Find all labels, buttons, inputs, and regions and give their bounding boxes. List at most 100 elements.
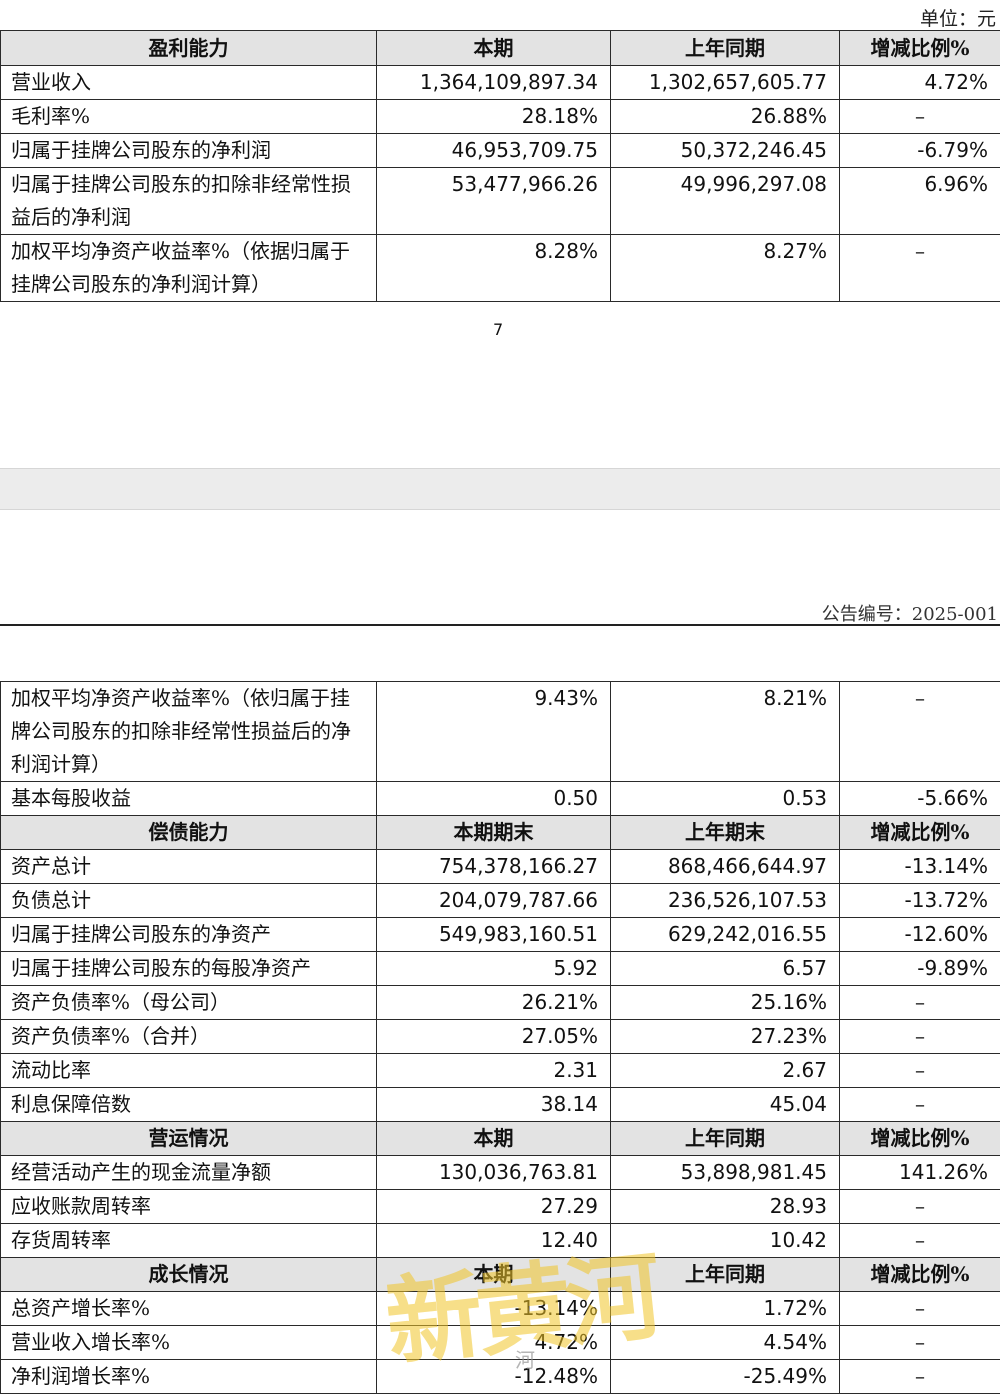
change-ratio: – [839,985,1000,1020]
header-cell: 上年期末 [610,815,840,850]
header-rule [0,624,1000,626]
change-ratio: -13.72% [839,883,1000,918]
header-cell: 偿债能力 [0,815,377,850]
page-separator [0,468,1000,510]
current-value: -12.48% [376,1359,611,1394]
operations-header-row: 营运情况 本期 上年同期 增减比例% [0,1121,1000,1156]
prior-value: 629,242,016.55 [610,917,840,952]
change-ratio: 6.96% [839,167,1000,235]
change-ratio: – [839,1087,1000,1122]
header-cell: 上年同期 [610,1257,840,1292]
change-ratio: – [839,1291,1000,1326]
header-cell: 营运情况 [0,1121,377,1156]
header-cell: 增减比例% [839,30,1000,66]
table-row: 归属于挂牌公司股东的净资产 549,983,160.51 629,242,016… [0,917,1000,952]
change-ratio: – [839,1053,1000,1088]
table-row: 资产负债率%（合并） 27.05% 27.23% – [0,1019,1000,1054]
table-row: 负债总计 204,079,787.66 236,526,107.53 -13.7… [0,883,1000,918]
current-value: 27.05% [376,1019,611,1054]
table-row: 营业收入增长率% 4.72% 4.54% – [0,1325,1000,1360]
table-row: 基本每股收益 0.50 0.53 -5.66% [0,781,1000,816]
current-value: 549,983,160.51 [376,917,611,952]
prior-value: 53,898,981.45 [610,1155,840,1190]
current-value: 9.43% [376,681,611,782]
table-row: 净利润增长率% -12.48% -25.49% – [0,1359,1000,1394]
current-value: 130,036,763.81 [376,1155,611,1190]
change-ratio: – [839,234,1000,302]
row-label: 营业收入 [0,65,377,100]
table-row: 应收账款周转率 27.29 28.93 – [0,1189,1000,1224]
row-label: 归属于挂牌公司股东的每股净资产 [0,951,377,986]
change-ratio: -9.89% [839,951,1000,986]
current-value: 38.14 [376,1087,611,1122]
table-row: 毛利率% 28.18% 26.88% – [0,99,1000,134]
row-label: 资产负债率%（合并） [0,1019,377,1054]
row-label: 归属于挂牌公司股东的扣除非经常性损益后的净利润 [0,167,377,235]
header-cell: 上年同期 [610,30,840,66]
current-value: 8.28% [376,234,611,302]
change-ratio: – [839,99,1000,134]
header-cell: 本期 [376,1121,611,1156]
table-row: 经营活动产生的现金流量净额 130,036,763.81 53,898,981.… [0,1155,1000,1190]
prior-value: 1,302,657,605.77 [610,65,840,100]
prior-value: 1.72% [610,1291,840,1326]
current-value: 4.72% [376,1325,611,1360]
header-cell: 本期 [376,1257,611,1292]
current-value: 46,953,709.75 [376,133,611,168]
change-ratio: – [839,1325,1000,1360]
change-ratio: -6.79% [839,133,1000,168]
row-label: 归属于挂牌公司股东的净资产 [0,917,377,952]
row-label: 营业收入增长率% [0,1325,377,1360]
change-ratio: 141.26% [839,1155,1000,1190]
prior-value: 45.04 [610,1087,840,1122]
change-ratio: -5.66% [839,781,1000,816]
prior-value: 25.16% [610,985,840,1020]
change-ratio: – [839,681,1000,782]
prior-value: 50,372,246.45 [610,133,840,168]
announcement-number: 公告编号：2025-001 [821,604,998,625]
current-value: 754,378,166.27 [376,849,611,884]
row-label: 利息保障倍数 [0,1087,377,1122]
growth-header-row: 成长情况 本期 上年同期 增减比例% [0,1257,1000,1292]
page-number: 7 [493,320,504,339]
row-label: 净利润增长率% [0,1359,377,1394]
current-value: 0.50 [376,781,611,816]
table-row: 流动比率 2.31 2.67 – [0,1053,1000,1088]
profitability-header-row: 盈利能力 本期 上年同期 增减比例% [0,30,1000,66]
header-cell: 增减比例% [839,1121,1000,1156]
table-row: 加权平均净资产收益率%（依归属于挂牌公司股东的扣除非经常性损益后的净利润计算） … [0,681,1000,782]
header-cell: 本期 [376,30,611,66]
table-row: 归属于挂牌公司股东的净利润 46,953,709.75 50,372,246.4… [0,133,1000,168]
prior-value: 28.93 [610,1189,840,1224]
row-label: 加权平均净资产收益率%（依据归属于挂牌公司股东的净利润计算） [0,234,377,302]
current-value: 27.29 [376,1189,611,1224]
unit-label: 单位：元 [919,8,996,30]
current-value: 5.92 [376,951,611,986]
table-row: 资产总计 754,378,166.27 868,466,644.97 -13.1… [0,849,1000,884]
indicators-table: 加权平均净资产收益率%（依归属于挂牌公司股东的扣除非经常性损益后的净利润计算） … [0,681,1000,1394]
header-cell: 成长情况 [0,1257,377,1292]
row-label: 基本每股收益 [0,781,377,816]
prior-value: 868,466,644.97 [610,849,840,884]
table-row: 利息保障倍数 38.14 45.04 – [0,1087,1000,1122]
table-row: 归属于挂牌公司股东的每股净资产 5.92 6.57 -9.89% [0,951,1000,986]
row-label: 毛利率% [0,99,377,134]
row-label: 存货周转率 [0,1223,377,1258]
change-ratio: – [839,1223,1000,1258]
row-label: 资产负债率%（母公司） [0,985,377,1020]
prior-value: 2.67 [610,1053,840,1088]
prior-value: 236,526,107.53 [610,883,840,918]
prior-value: 6.57 [610,951,840,986]
prior-value: 8.27% [610,234,840,302]
row-label: 应收账款周转率 [0,1189,377,1224]
change-ratio: -12.60% [839,917,1000,952]
current-value: 204,079,787.66 [376,883,611,918]
header-cell: 盈利能力 [0,30,377,66]
table-row: 存货周转率 12.40 10.42 – [0,1223,1000,1258]
current-value: -13.14% [376,1291,611,1326]
prior-value: 10.42 [610,1223,840,1258]
header-cell: 增减比例% [839,815,1000,850]
prior-value: 49,996,297.08 [610,167,840,235]
prior-value: 8.21% [610,681,840,782]
table-row: 归属于挂牌公司股东的扣除非经常性损益后的净利润 53,477,966.26 49… [0,167,1000,235]
